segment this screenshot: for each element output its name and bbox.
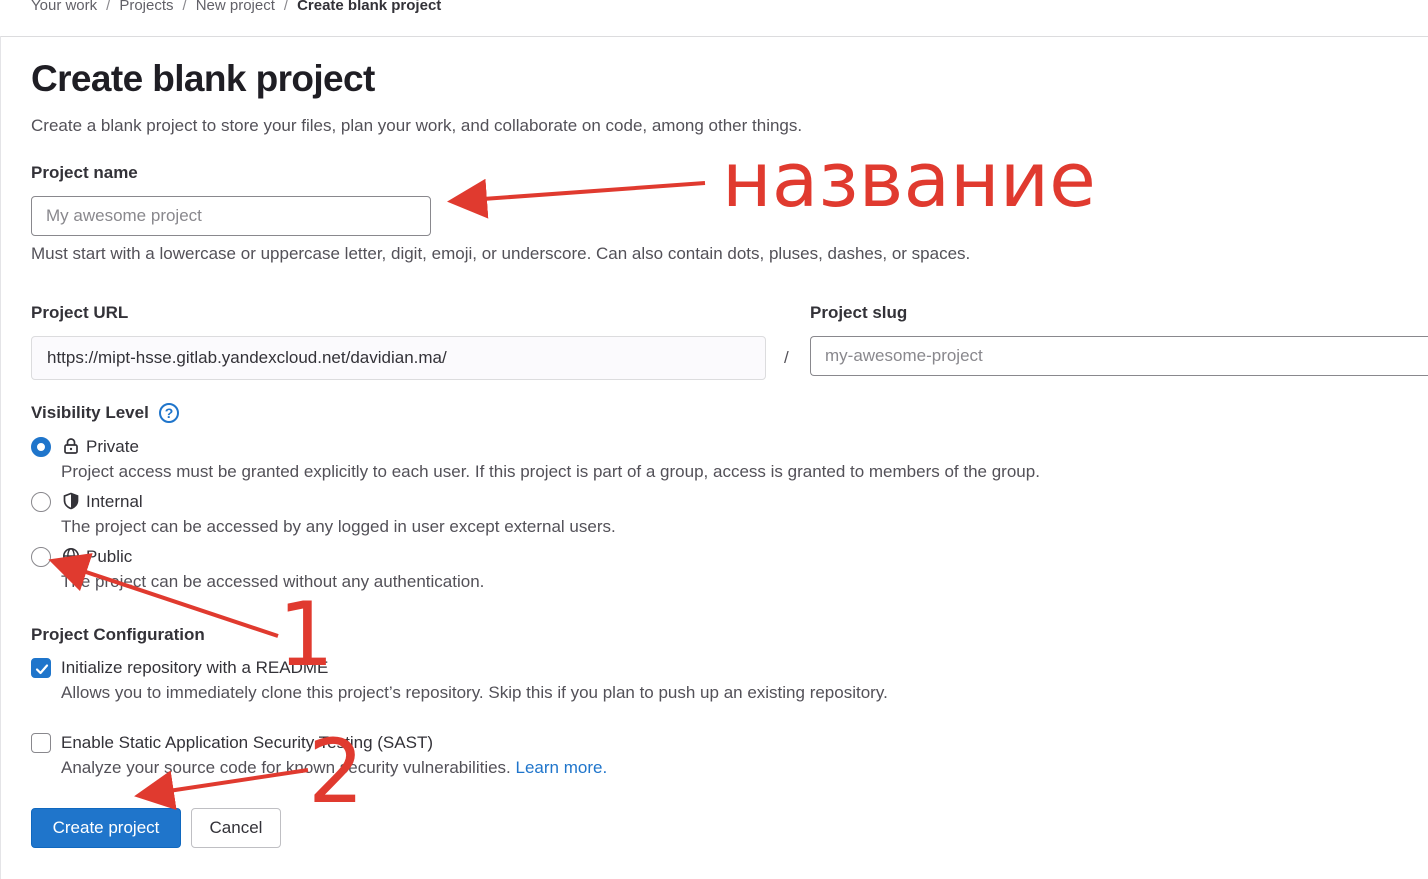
annotation-step-two: 2 — [308, 720, 364, 823]
breadcrumb-item-projects[interactable]: Projects — [119, 0, 173, 14]
visibility-public-radio[interactable] — [31, 547, 51, 567]
breadcrumb-separator: / — [106, 0, 111, 14]
page-title: Create blank project — [31, 58, 375, 99]
page-description: Create a blank project to store your fil… — [31, 116, 803, 135]
globe-icon — [63, 548, 79, 564]
cancel-button[interactable]: Cancel — [191, 808, 281, 848]
sast-label: Enable Static Application Security Testi… — [61, 733, 433, 752]
visibility-private-description: Project access must be granted explicitl… — [61, 462, 1040, 481]
readme-checkbox[interactable] — [31, 658, 51, 678]
breadcrumb-current: Create blank project — [297, 0, 442, 14]
project-url-prefix-text: https://mipt-hsse.gitlab.yandexcloud.net… — [47, 348, 447, 367]
breadcrumb-item-new-project[interactable]: New project — [196, 0, 275, 14]
header-divider — [0, 36, 1428, 37]
project-slug-label: Project slug — [810, 303, 908, 322]
url-slug-separator: / — [784, 348, 789, 367]
visibility-public-description: The project can be accessed without any … — [61, 572, 485, 591]
breadcrumb-separator: / — [182, 0, 187, 14]
visibility-internal-radio[interactable] — [31, 492, 51, 512]
visibility-private-label: Private — [86, 437, 139, 456]
breadcrumb: Your work / Projects / New project / Create bl… — [31, 0, 441, 14]
visibility-internal-label: Internal — [86, 492, 143, 511]
annotation-arrow-name — [447, 178, 706, 219]
project-configuration-label: Project Configuration — [31, 625, 205, 644]
breadcrumb-separator: / — [283, 0, 289, 14]
content-left-border — [0, 36, 1, 879]
project-url-prefix: https://mipt-hsse.gitlab.yandexcloud.net… — [31, 336, 766, 380]
visibility-internal-description: The project can be accessed by any logge… — [61, 517, 616, 536]
project-name-label: Project name — [31, 163, 138, 182]
sast-description: Analyze your source code for known secur… — [61, 758, 511, 777]
annotation-name-note: название — [722, 135, 1096, 224]
project-name-hint: Must start with a lowercase or uppercase… — [31, 244, 971, 263]
question-circle-icon[interactable]: ? — [159, 403, 179, 423]
project-url-label: Project URL — [31, 303, 129, 322]
visibility-public-label: Public — [86, 547, 133, 566]
create-project-button[interactable]: Create project — [31, 808, 181, 848]
visibility-private-radio[interactable] — [31, 437, 51, 457]
sast-checkbox[interactable] — [31, 733, 51, 753]
visibility-level-label: Visibility Level — [31, 403, 149, 422]
project-slug-input[interactable] — [810, 336, 1428, 376]
create-blank-project-page: Your work / Projects / New project / Create bl… — [0, 0, 1428, 879]
readme-description: Allows you to immediately clone this pro… — [61, 683, 888, 702]
annotation-step-one: 1 — [278, 583, 334, 686]
check-icon — [35, 664, 49, 675]
project-name-input[interactable] — [31, 196, 431, 236]
breadcrumb-item-your-work[interactable]: Your work — [31, 0, 97, 14]
learn-more-link[interactable]: Learn more. — [516, 758, 608, 777]
shield-icon — [63, 492, 79, 510]
lock-icon — [64, 438, 78, 454]
